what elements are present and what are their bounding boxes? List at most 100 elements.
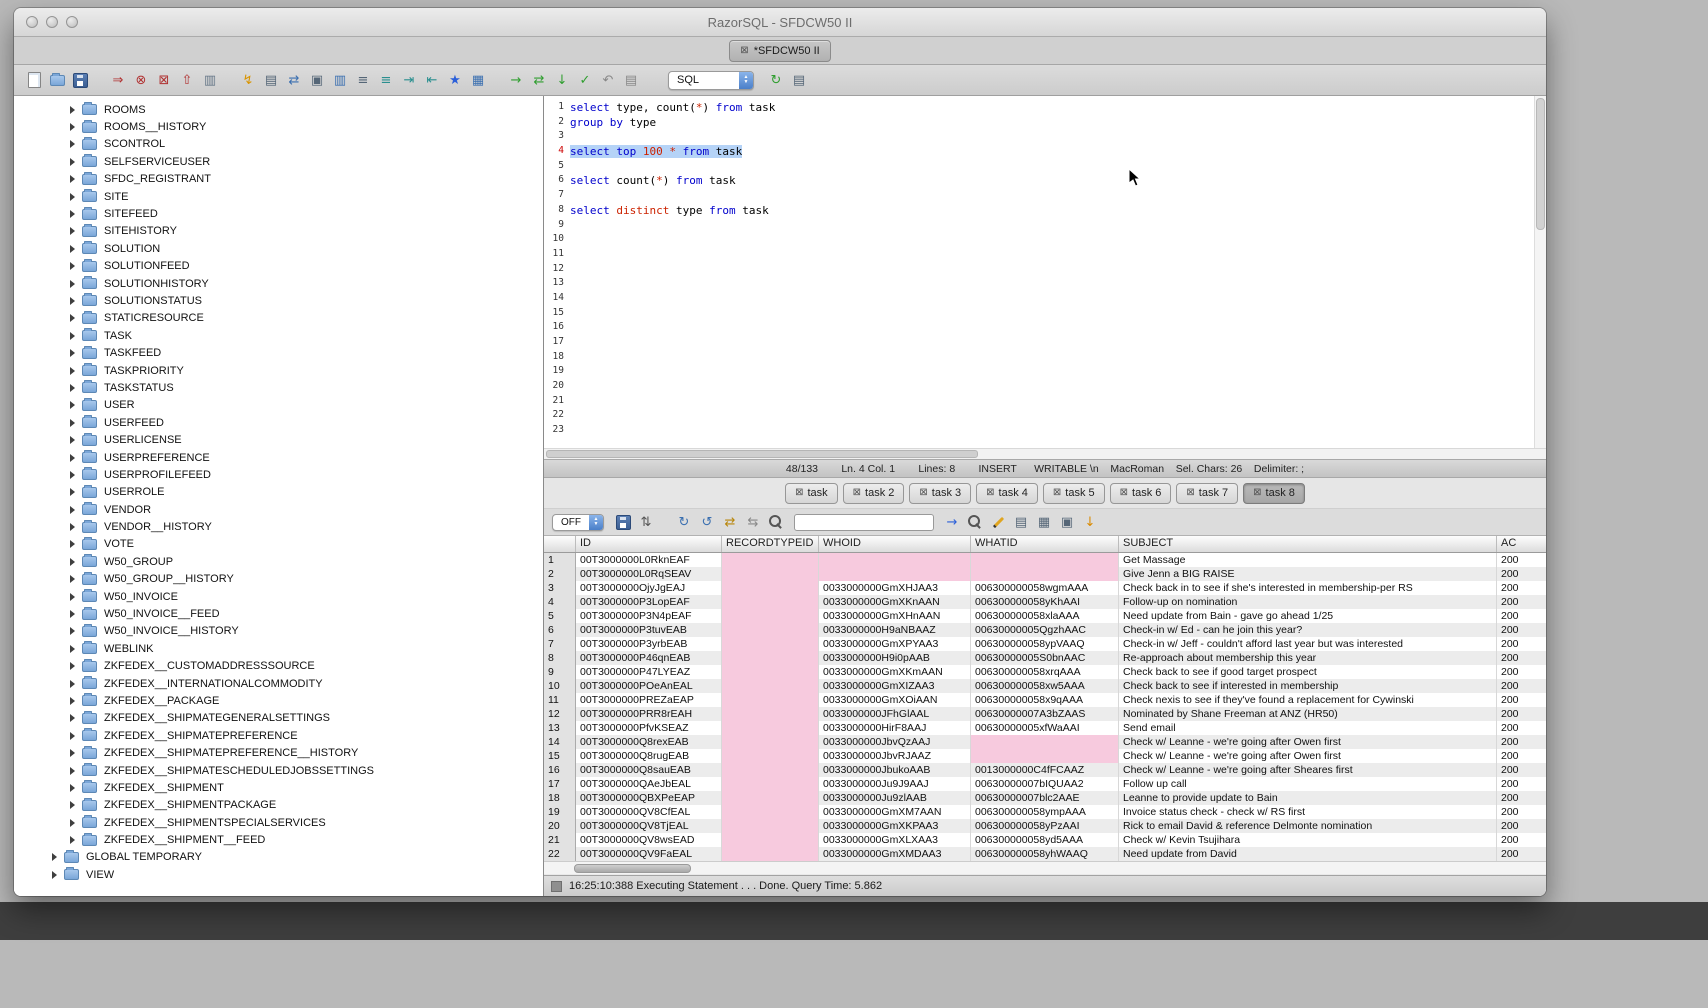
disclosure-icon[interactable] [70, 419, 75, 427]
table-cell[interactable]: 00T3000000P3tuvEAB [576, 623, 722, 637]
row-number-cell[interactable]: 6 [544, 623, 576, 637]
favorites-icon[interactable]: ★ [445, 70, 465, 90]
table-cell[interactable]: 00T3000000POeAnEAL [576, 679, 722, 693]
row-number-cell[interactable]: 8 [544, 651, 576, 665]
tab-close-icon[interactable]: ⊠ [795, 488, 803, 498]
tree-item-table[interactable]: ZKFEDEX__SHIPMENTSPECIALSERVICES [14, 814, 543, 831]
editor-horizontal-scrollbar[interactable] [544, 448, 1546, 459]
table-cell[interactable]: 00630000007A3bZAAS [971, 707, 1119, 721]
table-cell[interactable]: 200 [1497, 833, 1546, 847]
table-cell[interactable] [819, 567, 971, 581]
table-cell[interactable]: 200 [1497, 637, 1546, 651]
table-cell[interactable]: 0013000000C4fFCAAZ [971, 763, 1119, 777]
table-cell[interactable]: 00T3000000Q8sauEAB [576, 763, 722, 777]
disclosure-icon[interactable] [70, 593, 75, 601]
tree-item-table[interactable]: USERROLE [14, 484, 543, 501]
tools-icon[interactable]: ↻ [766, 70, 786, 90]
table-cell[interactable]: 0033000000H9aNBAAZ [819, 623, 971, 637]
table-cell[interactable]: Follow-up on nomination [1119, 595, 1497, 609]
disconnect-icon[interactable]: ⊗ [131, 70, 151, 90]
results-tab[interactable]: ⊠task 8 [1243, 483, 1305, 504]
paste-icon[interactable]: ▥ [330, 70, 350, 90]
code-area[interactable]: select type, count(*) from taskgroup by … [570, 96, 1546, 448]
reload-icon[interactable]: ⇄ [529, 70, 549, 90]
table-cell[interactable] [722, 847, 819, 861]
tree-item-table[interactable]: USERPROFILEFEED [14, 466, 543, 483]
table-cell[interactable]: Check back in to see if she's interested… [1119, 581, 1497, 595]
table-cell[interactable]: 200 [1497, 651, 1546, 665]
table-cell[interactable]: 0033000000GmXHJAA3 [819, 581, 971, 595]
table-cell[interactable]: 0033000000Ju9J9AAJ [819, 777, 971, 791]
row-number-cell[interactable]: 19 [544, 805, 576, 819]
scrollbar-thumb[interactable] [1536, 98, 1545, 230]
row-number-cell[interactable]: 4 [544, 595, 576, 609]
tree-item-table[interactable]: ZKFEDEX__SHIPMATESCHEDULEDJOBSSETTINGS [14, 762, 543, 779]
validate-icon[interactable]: ✓ [575, 70, 595, 90]
table-cell[interactable] [722, 791, 819, 805]
disclosure-icon[interactable] [52, 871, 57, 879]
disclosure-icon[interactable] [70, 506, 75, 514]
table-cell[interactable]: Check back to see if interested in membe… [1119, 679, 1497, 693]
table-cell[interactable]: 00T3000000P3N4pEAF [576, 609, 722, 623]
table-cell[interactable]: 00T3000000PREZaEAP [576, 693, 722, 707]
autocommit-select[interactable]: OFF ▲▼ [552, 514, 604, 531]
table-cell[interactable] [722, 623, 819, 637]
table-cell[interactable] [722, 679, 819, 693]
table-cell[interactable] [722, 665, 819, 679]
table-cell[interactable]: Need update from Bain - gave go ahead 1/… [1119, 609, 1497, 623]
table-cell[interactable]: 0033000000JbukoAAB [819, 763, 971, 777]
table-cell[interactable] [722, 595, 819, 609]
table-cell[interactable]: Invoice status check - check w/ RS first [1119, 805, 1497, 819]
disclosure-icon[interactable] [70, 175, 75, 183]
table-cell[interactable] [722, 637, 819, 651]
results-tab[interactable]: ⊠task 6 [1110, 483, 1172, 504]
table-cell[interactable]: 006300000058xw5AAA [971, 679, 1119, 693]
tree-item-table[interactable]: SITEFEED [14, 205, 543, 222]
table-cell[interactable] [722, 609, 819, 623]
tree-item-table[interactable]: USER [14, 397, 543, 414]
table-cell[interactable]: 006300000058xlaAAA [971, 609, 1119, 623]
row-number-cell[interactable]: 12 [544, 707, 576, 721]
tree-item-table[interactable]: VENDOR [14, 501, 543, 518]
disclosure-icon[interactable] [70, 784, 75, 792]
table-cell[interactable]: Check-in w/ Jeff - couldn't afford last … [1119, 637, 1497, 651]
disclosure-icon[interactable] [70, 384, 75, 392]
tree-item-table[interactable]: W50_INVOICE__HISTORY [14, 623, 543, 640]
table-cell[interactable]: Re-approach about membership this year [1119, 651, 1497, 665]
row-number-cell[interactable]: 21 [544, 833, 576, 847]
disclosure-icon[interactable] [70, 836, 75, 844]
table-cell[interactable] [722, 805, 819, 819]
tree-item-table[interactable]: VOTE [14, 536, 543, 553]
insert-row-icon[interactable]: ▦ [1034, 512, 1054, 532]
table-cell[interactable]: 00630000007blc2AAE [971, 791, 1119, 805]
table-cell[interactable]: 00T3000000QBXPeEAP [576, 791, 722, 805]
results-horizontal-scrollbar[interactable] [544, 861, 1546, 874]
table-cell[interactable] [722, 567, 819, 581]
table-cell[interactable]: 200 [1497, 567, 1546, 581]
table-cell[interactable]: Give Jenn a BIG RAISE [1119, 567, 1497, 581]
scrollbar-thumb[interactable] [546, 450, 978, 458]
table-cell[interactable]: Follow up call [1119, 777, 1497, 791]
row-number-cell[interactable]: 9 [544, 665, 576, 679]
disclosure-icon[interactable] [70, 262, 75, 270]
table-cell[interactable]: 0033000000JFhGlAAL [819, 707, 971, 721]
execute-script-icon[interactable]: ▤ [261, 70, 281, 90]
tree-item-table[interactable]: W50_GROUP [14, 553, 543, 570]
disclosure-icon[interactable] [70, 106, 75, 114]
disclosure-icon[interactable] [70, 558, 75, 566]
table-cell[interactable]: 00630000007bIQUAA2 [971, 777, 1119, 791]
table-cell[interactable]: 200 [1497, 553, 1546, 567]
column-header[interactable]: WHATID [971, 536, 1119, 552]
table-cell[interactable]: 0033000000HirF8AAJ [819, 721, 971, 735]
table-cell[interactable]: 200 [1497, 679, 1546, 693]
tab-close-icon[interactable]: ⊠ [1120, 488, 1128, 498]
row-number-cell[interactable]: 11 [544, 693, 576, 707]
table-cell[interactable]: 006300000058xrqAAA [971, 665, 1119, 679]
row-number-cell[interactable]: 7 [544, 637, 576, 651]
table-cell[interactable]: Leanne to provide update to Bain [1119, 791, 1497, 805]
tree-item-table[interactable]: W50_GROUP__HISTORY [14, 571, 543, 588]
disclosure-icon[interactable] [70, 662, 75, 670]
session-list-icon[interactable]: ▤ [789, 70, 809, 90]
tree-item-table[interactable]: ROOMS [14, 101, 543, 118]
row-number-cell[interactable]: 17 [544, 777, 576, 791]
